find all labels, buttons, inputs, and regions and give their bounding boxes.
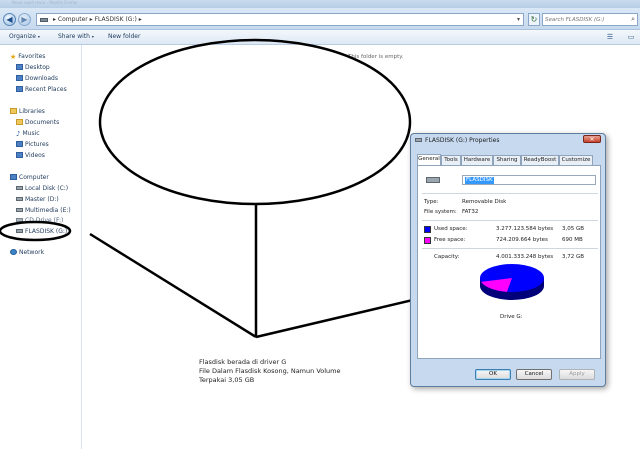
annotation-text: Flasdisk berada di driver G File Dalam F… bbox=[199, 358, 341, 385]
used-space-label: Used space: bbox=[434, 226, 468, 232]
capacity-bytes: 4.001.333.248 bytes bbox=[496, 254, 554, 260]
drive-letter-label: Drive G: bbox=[500, 314, 523, 320]
disk-usage-pie bbox=[480, 264, 544, 300]
free-space-swatch bbox=[424, 237, 431, 244]
tab-tools[interactable]: Tools bbox=[441, 155, 461, 165]
dialog-tabs: General Tools Hardware Sharing ReadyBoos… bbox=[417, 154, 603, 165]
tab-general[interactable]: General bbox=[417, 154, 441, 165]
drive-name-value[interactable]: FLASDISK bbox=[465, 177, 494, 184]
used-space-swatch bbox=[424, 226, 431, 233]
file-system-value: FAT32 bbox=[462, 209, 479, 215]
dialog-title-text: FLASDISK (G:) Properties bbox=[425, 137, 500, 144]
tab-hardware[interactable]: Hardware bbox=[461, 155, 493, 165]
divider bbox=[422, 248, 598, 249]
tab-customize[interactable]: Customize bbox=[559, 155, 593, 165]
tab-readyboost[interactable]: ReadyBoost bbox=[521, 155, 559, 165]
free-space-bytes: 724.209.664 bytes bbox=[496, 237, 548, 243]
used-space-bytes: 3.277.123.584 bytes bbox=[496, 226, 554, 232]
general-tab-panel: FLASDISK Type: Removable Disk File syste… bbox=[417, 165, 601, 359]
tab-sharing[interactable]: Sharing bbox=[493, 155, 521, 165]
cancel-button[interactable]: Cancel bbox=[516, 369, 552, 380]
used-space-size: 3,05 GB bbox=[562, 226, 585, 232]
type-value: Removable Disk bbox=[462, 199, 507, 205]
capacity-size: 3,72 GB bbox=[562, 254, 585, 260]
type-label: Type: bbox=[424, 199, 439, 205]
close-button[interactable]: ✕ bbox=[583, 135, 601, 143]
ok-button[interactable]: OK bbox=[475, 369, 511, 380]
annotation-line bbox=[89, 232, 257, 339]
annotation-big-ellipse bbox=[98, 38, 412, 206]
drive-name-field[interactable]: FLASDISK bbox=[462, 175, 596, 185]
usb-drive-icon bbox=[426, 177, 440, 183]
file-system-label: File system: bbox=[424, 209, 457, 215]
divider bbox=[422, 220, 598, 221]
annotation-line-2: File Dalam Flasdisk Kosong, Namun Volume bbox=[199, 367, 341, 375]
dialog-title: FLASDISK (G:) Properties bbox=[415, 137, 499, 144]
annotation-drive-ellipse bbox=[0, 220, 72, 242]
capacity-label: Capacity: bbox=[434, 254, 460, 260]
divider bbox=[422, 193, 598, 194]
annotation-line-1: Flasdisk berada di driver G bbox=[199, 358, 287, 366]
free-space-size: 690 MB bbox=[562, 237, 583, 243]
properties-dialog: FLASDISK (G:) Properties ✕ General Tools… bbox=[410, 133, 606, 387]
free-space-label: Free space: bbox=[434, 237, 466, 243]
apply-button[interactable]: Apply bbox=[559, 369, 595, 380]
drive-icon bbox=[415, 138, 422, 142]
annotation-line-3: Terpakai 3,05 GB bbox=[199, 376, 255, 384]
